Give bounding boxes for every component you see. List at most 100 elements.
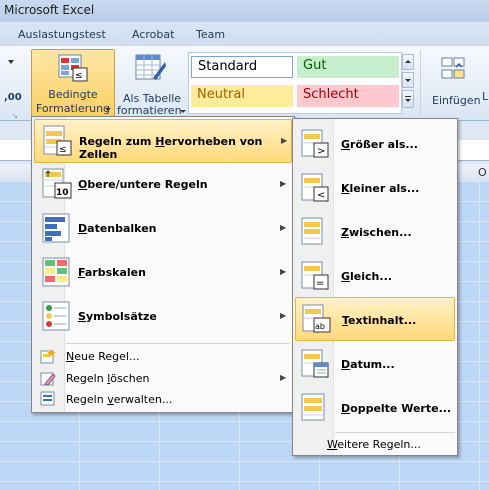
- greater-than-icon: >: [301, 129, 329, 158]
- ribbon-group-divider: [420, 50, 421, 116]
- gallery-expand-icon: [405, 96, 411, 97]
- dropdown-arrow-icon[interactable]: [8, 60, 14, 64]
- highlight-cells-rules-submenu: > Größer als... < Kleiner als... Zwische…: [292, 118, 458, 456]
- conditional-formatting-menu: ≤ Regeln zum Hervorheben von Zellen ▶ 10…: [31, 116, 295, 413]
- menu-item-clear-rules[interactable]: Regeln löschen ▶: [34, 368, 292, 388]
- duplicate-values-icon: [301, 393, 325, 421]
- submenu-arrow-icon: ▶: [280, 311, 287, 320]
- ribbon-tabs: Auslastungstest Acrobat Team: [0, 22, 489, 47]
- svg-text:10: 10: [56, 188, 69, 198]
- menu-item-manage-rules[interactable]: Regeln verwalten...: [34, 389, 292, 409]
- style-bad[interactable]: Schlecht: [297, 85, 399, 107]
- style-good-label: Gut: [303, 58, 327, 73]
- submenu-item-label: Größer als...: [341, 138, 418, 151]
- delete-button[interactable]: L: [482, 90, 488, 103]
- style-good[interactable]: Gut: [297, 56, 399, 78]
- menu-item-color-scales[interactable]: Farbskalen ▶: [34, 251, 292, 295]
- menu-item-label: Regeln zum Hervorheben von Zellen: [79, 135, 263, 161]
- submenu-item-label: Textinhalt...: [342, 314, 417, 327]
- submenu-item-label: Zwischen...: [341, 226, 412, 239]
- equal-to-icon: =: [301, 261, 329, 290]
- style-standard[interactable]: Standard: [191, 56, 293, 78]
- menu-item-label: Neue Regel...: [66, 350, 140, 363]
- style-bad-label: Schlecht: [303, 87, 359, 102]
- menu-item-highlight-cells-rules[interactable]: ≤ Regeln zum Hervorheben von Zellen ▶: [34, 119, 292, 163]
- insert-label: Einfügen: [432, 94, 481, 107]
- svg-text:>: >: [317, 146, 325, 157]
- title-bar: Microsoft Excel: [0, 0, 489, 22]
- gallery-more-button[interactable]: [402, 90, 414, 108]
- menu-item-label: Regeln löschen: [66, 372, 150, 385]
- decimal-format-button[interactable]: ,00: [4, 92, 22, 103]
- submenu-item-date-occurring[interactable]: Datum...: [295, 343, 455, 385]
- tab-auslastungstest[interactable]: Auslastungstest: [18, 28, 106, 41]
- submenu-arrow-icon: ▶: [280, 267, 287, 276]
- highlight-cells-rules-icon: ≤: [43, 125, 72, 156]
- group-launcher-icon[interactable]: ↘: [12, 112, 18, 120]
- submenu-arrow-icon: ▶: [281, 136, 288, 145]
- new-rule-icon: [40, 349, 56, 364]
- submenu-item-less-than[interactable]: < Kleiner als...: [295, 167, 455, 209]
- column-header-o[interactable]: O: [478, 166, 487, 179]
- svg-text:=: =: [316, 278, 324, 289]
- chevron-down-icon: [405, 79, 411, 82]
- menu-item-icon-sets[interactable]: Symbolsätze ▶: [34, 295, 292, 339]
- submenu-item-label: Weitere Regeln...: [327, 438, 421, 451]
- text-contains-icon: ab: [302, 304, 331, 333]
- data-bars-icon: [42, 213, 70, 243]
- style-standard-label: Standard: [198, 59, 258, 74]
- chevron-up-icon: [405, 60, 411, 63]
- menu-separator: [66, 343, 290, 344]
- conditional-formatting-button[interactable]: ≤ Bedingte Formatierung: [31, 49, 115, 119]
- submenu-item-label: Gleich...: [341, 270, 392, 283]
- clear-rules-icon: [40, 372, 56, 386]
- between-icon: [301, 217, 323, 245]
- menu-item-label: Farbskalen: [78, 266, 146, 279]
- chevron-down-icon: [405, 99, 411, 102]
- submenu-item-greater-than[interactable]: > Größer als...: [295, 123, 455, 165]
- submenu-arrow-icon: ▶: [280, 179, 287, 188]
- date-occurring-icon: [301, 349, 329, 378]
- submenu-item-between[interactable]: Zwischen...: [295, 211, 455, 253]
- submenu-item-label: Kleiner als...: [341, 182, 420, 195]
- submenu-item-equal-to[interactable]: = Gleich...: [295, 255, 455, 297]
- svg-text:ab: ab: [315, 322, 325, 331]
- menu-item-top-bottom-rules[interactable]: 10 Obere/untere Regeln ▶: [34, 163, 292, 207]
- conditional-formatting-label-1: Bedingte: [48, 88, 98, 101]
- submenu-item-duplicate-values[interactable]: Doppelte Werte...: [295, 387, 455, 429]
- format-as-table-icon: [135, 54, 166, 80]
- less-than-icon: <: [301, 173, 329, 202]
- format-as-table-button[interactable]: Als Tabelle formatieren: [114, 49, 188, 119]
- menu-item-label: Obere/untere Regeln: [78, 178, 208, 191]
- conditional-formatting-icon: ≤: [58, 54, 88, 82]
- tab-team[interactable]: Team: [196, 28, 225, 41]
- chevron-down-icon: [105, 108, 111, 111]
- conditional-formatting-label-2: Formatierung: [36, 102, 111, 115]
- submenu-item-label: Datum...: [341, 358, 395, 371]
- submenu-item-label: Doppelte Werte...: [341, 402, 452, 415]
- chevron-down-icon: [180, 110, 186, 113]
- tab-acrobat[interactable]: Acrobat: [132, 28, 174, 41]
- window-title: Microsoft Excel: [4, 3, 95, 17]
- svg-text:≤: ≤: [59, 145, 67, 155]
- menu-item-label: Datenbalken: [78, 222, 157, 235]
- ribbon-body: ,00 ↘ ≤ Bedingte Formatierung Als Tabell…: [0, 46, 489, 121]
- submenu-item-more-rules[interactable]: Weitere Regeln...: [295, 434, 455, 454]
- menu-item-new-rule[interactable]: Neue Regel...: [34, 346, 292, 366]
- style-neutral-label: Neutral: [197, 87, 245, 102]
- submenu-item-text-contains[interactable]: ab Textinhalt...: [295, 297, 455, 341]
- style-neutral[interactable]: Neutral: [191, 85, 293, 107]
- svg-text:<: <: [317, 190, 325, 201]
- svg-text:≤: ≤: [75, 71, 83, 81]
- gallery-scroll-down-button[interactable]: [402, 72, 414, 88]
- menu-item-label: Regeln verwalten...: [66, 393, 173, 406]
- gallery-scroll-up-button[interactable]: [402, 54, 414, 70]
- top-bottom-rules-icon: 10: [42, 168, 72, 199]
- manage-rules-icon: [40, 391, 55, 406]
- submenu-arrow-icon: ▶: [280, 223, 287, 232]
- insert-button[interactable]: Einfügen: [425, 49, 489, 119]
- menu-item-label: Symbolsätze: [78, 310, 157, 323]
- insert-cells-icon: [441, 57, 465, 79]
- menu-item-data-bars[interactable]: Datenbalken ▶: [34, 207, 292, 251]
- icon-sets-icon: [42, 301, 70, 331]
